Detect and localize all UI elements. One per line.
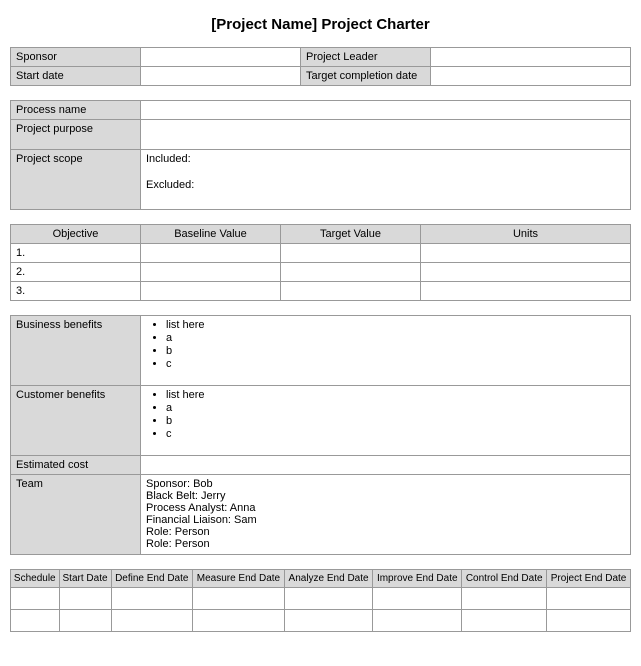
schedule-cell: [373, 610, 462, 632]
schedule-col-header: Measure End Date: [193, 570, 285, 588]
objectives-cell: [421, 282, 631, 301]
project-purpose-value: [141, 120, 631, 150]
start-date-label: Start date: [11, 67, 141, 86]
team-label: Team: [11, 475, 141, 555]
schedule-cell: [462, 588, 547, 610]
sponsor-value: [141, 48, 301, 67]
scope-included: Included:: [146, 153, 625, 165]
team-line: Role: Person: [146, 538, 625, 550]
project-leader-label: Project Leader: [301, 48, 431, 67]
objectives-cell: [141, 263, 281, 282]
customer-benefit-item: b: [166, 415, 625, 427]
team-line: Role: Person: [146, 526, 625, 538]
baseline-col-header: Baseline Value: [141, 225, 281, 244]
objectives-cell: [421, 263, 631, 282]
objectives-cell: 1.: [11, 244, 141, 263]
schedule-col-header: Project End Date: [547, 570, 631, 588]
schedule-cell: [284, 610, 372, 632]
schedule-col-header: Analyze End Date: [284, 570, 372, 588]
objectives-cell: [141, 282, 281, 301]
business-benefit-item: c: [166, 358, 625, 370]
schedule-col-header: Improve End Date: [373, 570, 462, 588]
project-leader-value: [431, 48, 631, 67]
customer-benefit-item: c: [166, 428, 625, 440]
team-value: Sponsor: BobBlack Belt: JerryProcess Ana…: [141, 475, 631, 555]
business-benefits-value: list hereabc: [141, 316, 631, 386]
benefits-table: Business benefits list hereabc Customer …: [10, 315, 631, 555]
objectives-section: Objective Baseline Value Target Value Un…: [10, 224, 631, 301]
details-section: Process name Project purpose Project sco…: [10, 100, 631, 210]
objectives-cell: [281, 282, 421, 301]
schedule-cell: [547, 588, 631, 610]
objectives-cell: [281, 263, 421, 282]
schedule-cell: [11, 588, 60, 610]
customer-benefit-item: list here: [166, 389, 625, 401]
objectives-cell: 2.: [11, 263, 141, 282]
benefits-section: Business benefits list hereabc Customer …: [10, 315, 631, 555]
estimated-cost-value: [141, 456, 631, 475]
objectives-cell: [421, 244, 631, 263]
units-col-header: Units: [421, 225, 631, 244]
customer-benefits-list: list hereabc: [146, 389, 625, 440]
schedule-cell: [547, 610, 631, 632]
scope-excluded: Excluded:: [146, 179, 625, 191]
team-line: Black Belt: Jerry: [146, 490, 625, 502]
schedule-cell: [193, 610, 285, 632]
schedule-cell: [111, 610, 192, 632]
estimated-cost-label: Estimated cost: [11, 456, 141, 475]
schedule-cell: [193, 588, 285, 610]
schedule-cell: [11, 610, 60, 632]
project-scope-label: Project scope: [11, 150, 141, 210]
schedule-section: ScheduleStart DateDefine End DateMeasure…: [10, 569, 631, 632]
schedule-col-header: Define End Date: [111, 570, 192, 588]
schedule-cell: [59, 588, 111, 610]
details-table: Process name Project purpose Project sco…: [10, 100, 631, 210]
objectives-table: Objective Baseline Value Target Value Un…: [10, 224, 631, 301]
customer-benefit-item: a: [166, 402, 625, 414]
target-completion-value: [431, 67, 631, 86]
schedule-table: ScheduleStart DateDefine End DateMeasure…: [10, 569, 631, 632]
info-section: Sponsor Project Leader Start date Target…: [10, 47, 631, 86]
objectives-cell: [281, 244, 421, 263]
schedule-col-header: Control End Date: [462, 570, 547, 588]
page-title: [Project Name] Project Charter: [10, 16, 631, 33]
process-name-label: Process name: [11, 101, 141, 120]
team-line: Process Analyst: Anna: [146, 502, 625, 514]
customer-benefits-label: Customer benefits: [11, 386, 141, 456]
process-name-value: [141, 101, 631, 120]
team-line: Financial Liaison: Sam: [146, 514, 625, 526]
business-benefits-label: Business benefits: [11, 316, 141, 386]
info-table: Sponsor Project Leader Start date Target…: [10, 47, 631, 86]
schedule-cell: [462, 610, 547, 632]
objectives-cell: [141, 244, 281, 263]
schedule-col-header: Start Date: [59, 570, 111, 588]
objectives-cell: 3.: [11, 282, 141, 301]
objective-col-header: Objective: [11, 225, 141, 244]
team-line: Sponsor: Bob: [146, 478, 625, 490]
project-scope-value: Included: Excluded:: [141, 150, 631, 210]
schedule-cell: [284, 588, 372, 610]
project-purpose-label: Project purpose: [11, 120, 141, 150]
schedule-cell: [373, 588, 462, 610]
customer-benefits-value: list hereabc: [141, 386, 631, 456]
business-benefit-item: b: [166, 345, 625, 357]
sponsor-label: Sponsor: [11, 48, 141, 67]
business-benefit-item: list here: [166, 319, 625, 331]
target-col-header: Target Value: [281, 225, 421, 244]
schedule-cell: [111, 588, 192, 610]
business-benefits-list: list hereabc: [146, 319, 625, 370]
target-completion-label: Target completion date: [301, 67, 431, 86]
business-benefit-item: a: [166, 332, 625, 344]
schedule-cell: [59, 610, 111, 632]
start-date-value: [141, 67, 301, 86]
schedule-col-header: Schedule: [11, 570, 60, 588]
